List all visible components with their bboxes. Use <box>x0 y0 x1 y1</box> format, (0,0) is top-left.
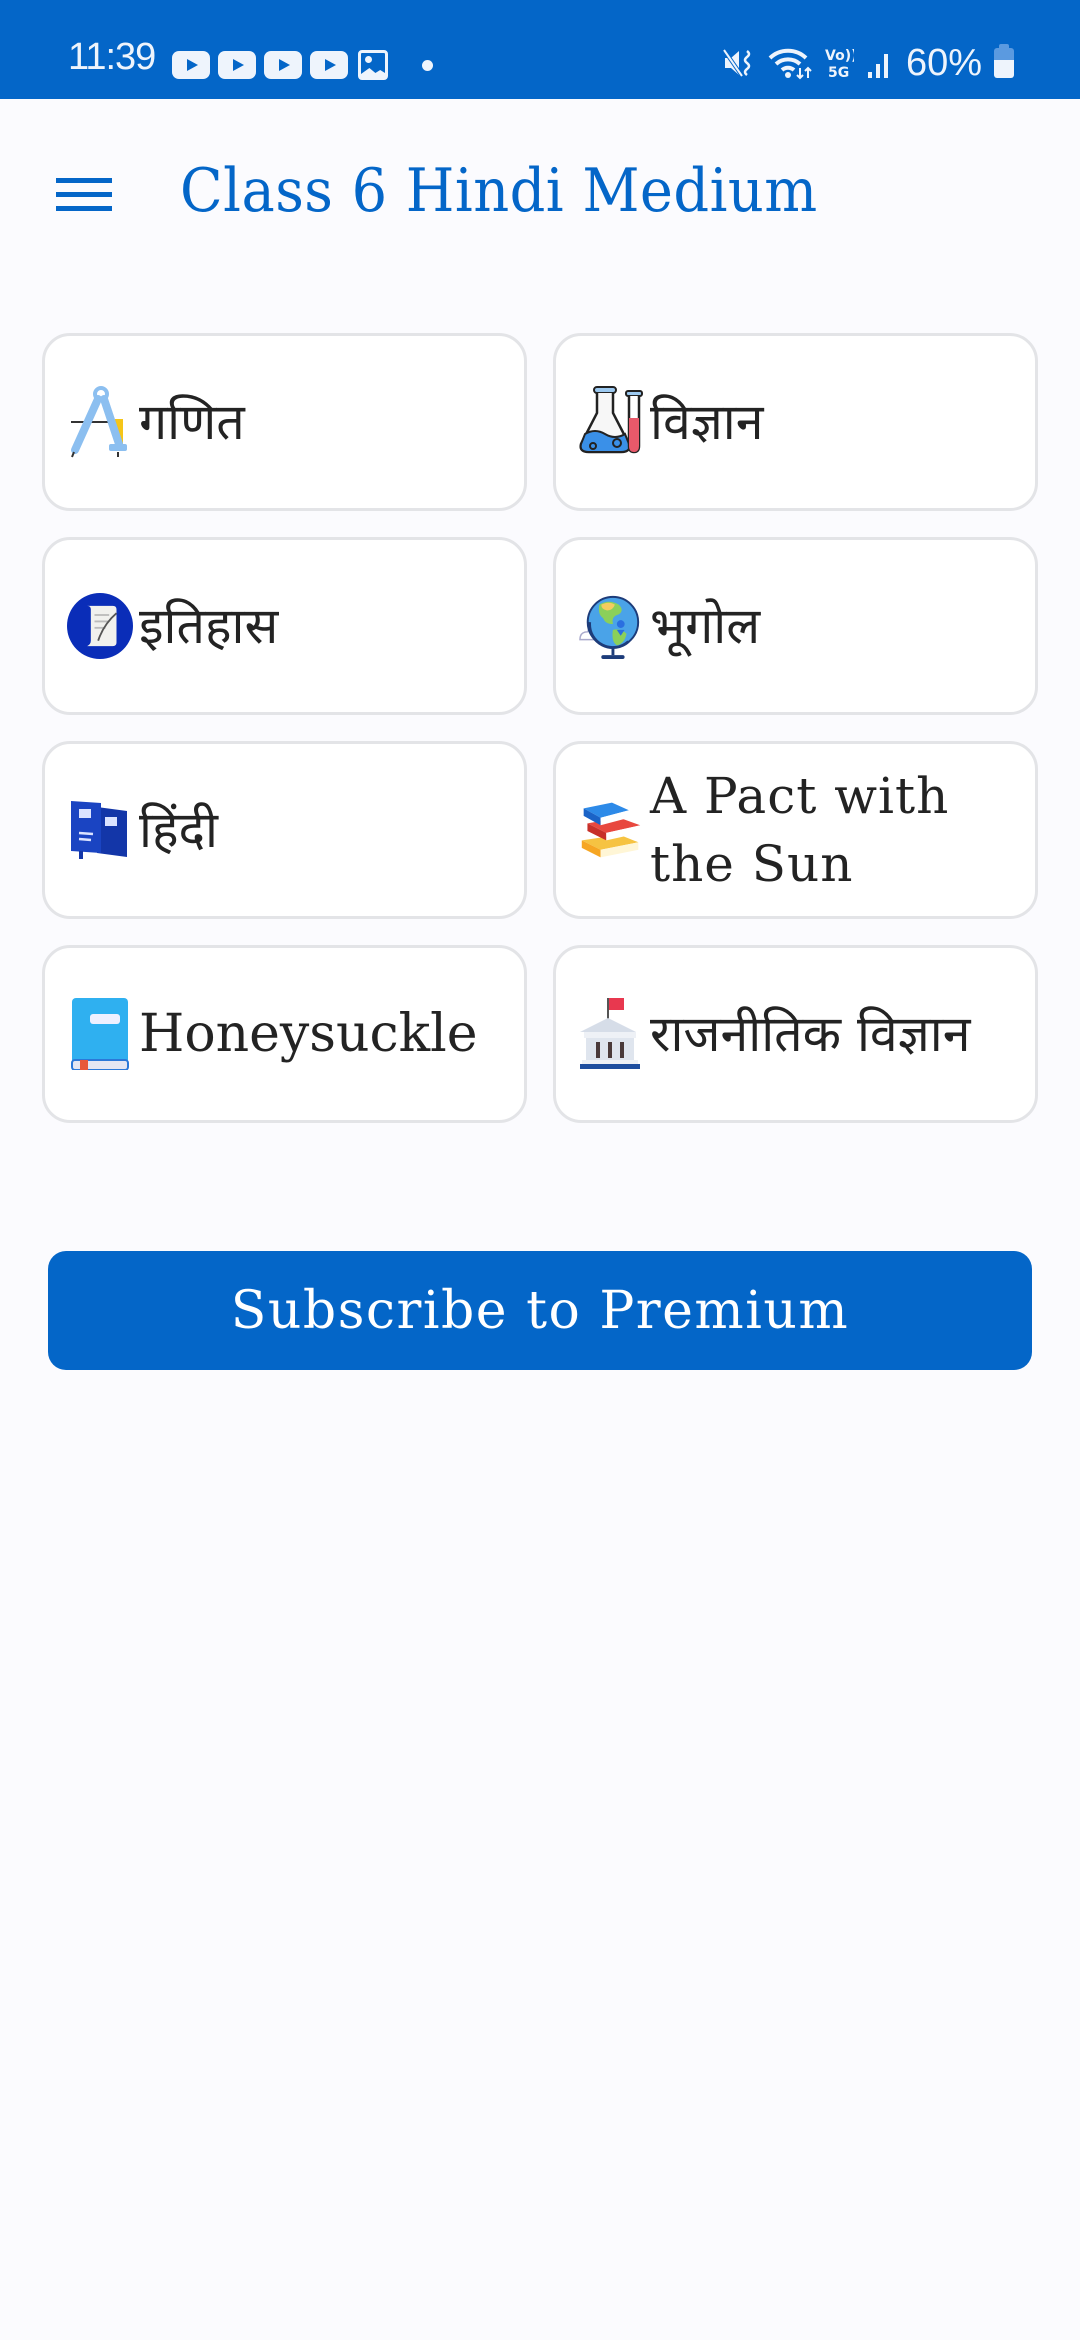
compass-icon <box>67 386 133 458</box>
globe-icon <box>578 590 644 662</box>
subject-card-history[interactable]: इतिहास <box>42 537 527 715</box>
subject-card-honeysuckle[interactable]: Honeysuckle <box>42 945 527 1123</box>
volte-5g-icon: Vo)) 5G <box>825 48 854 80</box>
subject-label: Honeysuckle <box>139 1004 478 1064</box>
subject-card-geography[interactable]: भूगोल <box>553 537 1038 715</box>
book-icon <box>67 998 133 1070</box>
subject-card-hindi[interactable]: हिंदी <box>42 741 527 919</box>
wifi-icon <box>768 48 812 80</box>
subject-card-a-pact-with-the-sun[interactable]: A Pact with the Sun <box>553 741 1038 919</box>
battery-percent: 60% <box>905 42 982 84</box>
status-bar: 11:39 Vo)) 5G <box>0 0 1080 99</box>
youtube-icon <box>218 51 256 79</box>
system-icons: Vo)) 5G 60% <box>722 44 1014 82</box>
subject-label: गणित <box>139 393 245 451</box>
status-time: 11:39 <box>68 36 156 78</box>
youtube-icon <box>264 51 302 79</box>
scroll-icon <box>67 590 133 662</box>
mute-vibrate-icon <box>722 48 751 78</box>
gallery-icon <box>358 50 388 80</box>
book-stack-icon <box>578 794 644 866</box>
subject-card-math[interactable]: गणित <box>42 333 527 511</box>
hamburger-menu-icon[interactable] <box>56 178 112 218</box>
flask-icon <box>578 386 644 458</box>
page-title: Class 6 Hindi Medium <box>180 156 818 226</box>
subject-label: इतिहास <box>139 597 279 655</box>
dot-icon <box>422 59 433 71</box>
battery-icon <box>994 44 1014 78</box>
subject-label: राजनीतिक विज्ञान <box>650 1005 971 1063</box>
youtube-icon <box>310 51 348 79</box>
subscribe-premium-button[interactable]: Subscribe to Premium <box>48 1251 1032 1370</box>
subject-card-political-science[interactable]: राजनीतिक विज्ञान <box>553 945 1038 1123</box>
svg-text:Vo)): Vo)) <box>825 48 854 64</box>
subject-label: A Pact with the Sun <box>650 767 950 893</box>
signal-icon <box>867 54 888 78</box>
books-icon <box>67 794 133 866</box>
subject-card-science[interactable]: विज्ञान <box>553 333 1038 511</box>
subject-label: हिंदी <box>139 801 218 859</box>
notification-icons <box>172 50 433 80</box>
subject-label: भूगोल <box>650 597 761 655</box>
svg-text:5G: 5G <box>828 65 849 80</box>
subject-label: विज्ञान <box>650 393 764 451</box>
youtube-icon <box>172 51 210 79</box>
government-building-icon <box>578 998 644 1070</box>
